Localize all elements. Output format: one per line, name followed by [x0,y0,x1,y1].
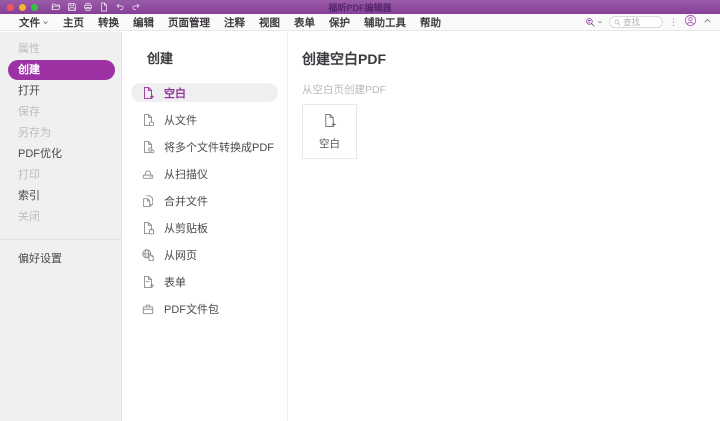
blank-document-plus-icon [141,86,155,100]
titlebar: 福昕PDF编辑器 [0,0,720,14]
document-from-file-icon [141,113,155,127]
search-field[interactable] [609,16,663,28]
menu-convert[interactable]: 转换 [91,15,126,30]
multiple-files-to-pdf-icon [141,140,155,154]
combine-files-icon [141,194,155,208]
create-item-combine-files[interactable]: 合并文件 [131,191,278,210]
create-panel: 创建 空白 从文件 将多个文件转换成PDF 从扫描仪 合并文件 从剪贴板 从网页… [122,32,288,421]
close-window-button[interactable] [7,3,14,11]
menu-help[interactable]: 帮助 [413,15,448,30]
menu-file[interactable]: 文件 [12,15,56,30]
create-item-form[interactable]: 表单 [131,272,278,291]
clipboard-icon [141,221,155,235]
sidebar-item-pdf-optimize[interactable]: PDF优化 [0,144,121,165]
menu-comment[interactable]: 注释 [217,15,252,30]
menu-accessibility[interactable]: 辅助工具 [357,15,413,30]
undo-icon[interactable] [115,2,125,12]
create-item-from-clipboard[interactable]: 从剪贴板 [131,218,278,237]
create-method-list: 空白 从文件 将多个文件转换成PDF 从扫描仪 合并文件 从剪贴板 从网页 表单… [122,83,287,318]
sidebar-item-index[interactable]: 索引 [0,186,121,207]
sidebar-item-print: 打印 [18,169,40,181]
sidebar-item-preferences[interactable]: 偏好设置 [0,249,121,270]
account-avatar-button[interactable] [684,14,697,30]
sidebar-item-create[interactable]: 创建 [8,60,115,80]
sidebar-item-close: 关闭 [18,211,40,223]
sidebar-item-save: 保存 [18,106,40,118]
menubar-right-cluster: ⋮ [585,14,712,30]
search-icon [614,19,621,26]
menu-protect[interactable]: 保护 [322,15,357,30]
minimize-window-button[interactable] [19,3,26,11]
redo-icon[interactable] [131,2,141,12]
detail-panel-subtitle: 从空白页创建PDF [302,84,386,96]
menu-home[interactable]: 主页 [56,15,91,30]
find-replace-button[interactable] [585,17,603,28]
open-file-icon[interactable] [51,2,61,12]
detail-panel: 创建空白PDF 从空白页创建PDF 空白 [288,32,720,421]
menu-edit[interactable]: 编辑 [126,15,161,30]
print-icon[interactable] [83,2,93,12]
search-input[interactable] [623,17,658,27]
blank-document-plus-icon [322,113,337,128]
chevron-down-icon [42,19,49,26]
backstage-view: 属性 创建 打开 保存 另存为 PDF优化 打印 索引 关闭 偏好设置 创建 空… [0,32,720,421]
menu-form[interactable]: 表单 [287,15,322,30]
menu-page-management[interactable]: 页面管理 [161,15,217,30]
new-document-icon[interactable] [99,2,109,12]
webpage-icon [141,248,155,262]
form-icon [141,275,155,289]
create-item-from-scanner[interactable]: 从扫描仪 [131,164,278,183]
create-item-blank[interactable]: 空白 [131,83,278,102]
menu-view[interactable]: 视图 [252,15,287,30]
create-item-pdf-portfolio[interactable]: PDF文件包 [131,299,278,318]
sidebar-divider [0,239,121,240]
detail-panel-title: 创建空白PDF [302,51,386,67]
chevron-up-icon [703,16,712,25]
pdf-portfolio-icon [141,302,155,316]
zoom-window-button[interactable] [31,3,38,11]
sidebar-item-open[interactable]: 打开 [0,81,121,102]
scanner-icon [141,167,155,181]
blank-pdf-card[interactable]: 空白 [302,104,357,159]
sidebar: 属性 创建 打开 保存 另存为 PDF优化 打印 索引 关闭 偏好设置 [0,32,122,421]
menubar: 文件 主页 转换 编辑 页面管理 注释 视图 表单 保护 辅助工具 帮助 ⋮ [0,14,720,31]
quick-toolbar [51,2,141,12]
user-avatar-icon [684,14,697,27]
create-panel-title: 创建 [147,51,174,66]
app-window: 福昕PDF编辑器 文件 主页 转换 编辑 页面管理 注释 视图 表单 保护 辅助… [0,0,720,421]
find-replace-icon [585,17,596,28]
chevron-down-icon [597,19,603,25]
create-item-from-file[interactable]: 从文件 [131,110,278,129]
create-item-multiple-files[interactable]: 将多个文件转换成PDF [131,137,278,156]
create-item-from-webpage[interactable]: 从网页 [131,245,278,264]
save-icon[interactable] [67,2,77,12]
sidebar-item-properties: 属性 [18,43,40,55]
collapse-toolbar-button[interactable] [703,16,712,28]
sidebar-item-save-as: 另存为 [18,127,51,139]
blank-pdf-card-label: 空白 [319,137,340,150]
overflow-menu-button[interactable]: ⋮ [669,17,678,27]
